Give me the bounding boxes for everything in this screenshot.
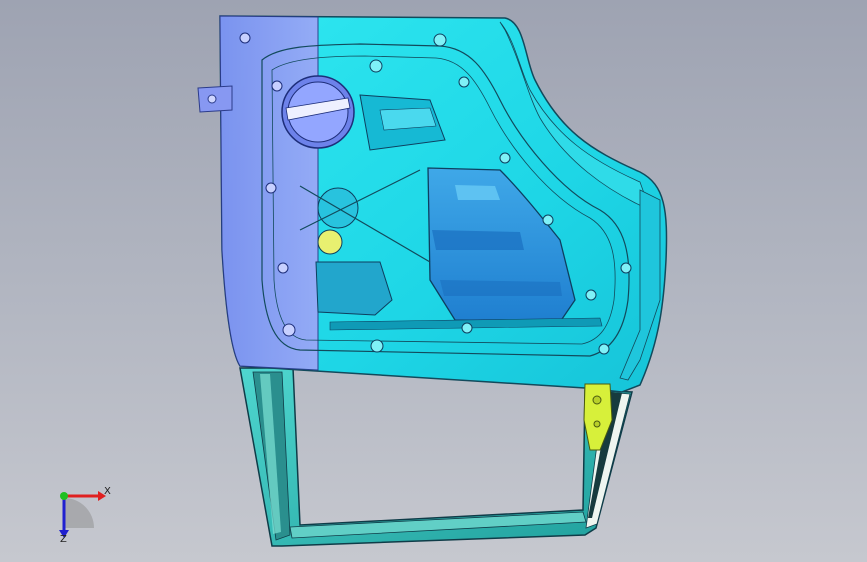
z-axis-label: Z (60, 534, 67, 545)
cad-3d-viewport[interactable]: X Z (0, 0, 867, 562)
speaker-opening (281, 75, 355, 149)
y-axis-dot (60, 492, 68, 500)
triad-plane-shadow (64, 498, 94, 528)
window-frame (239, 367, 633, 547)
axis-triad: X Z (40, 478, 130, 548)
door-panel-model[interactable] (0, 0, 867, 562)
x-axis-label: X (104, 486, 111, 497)
